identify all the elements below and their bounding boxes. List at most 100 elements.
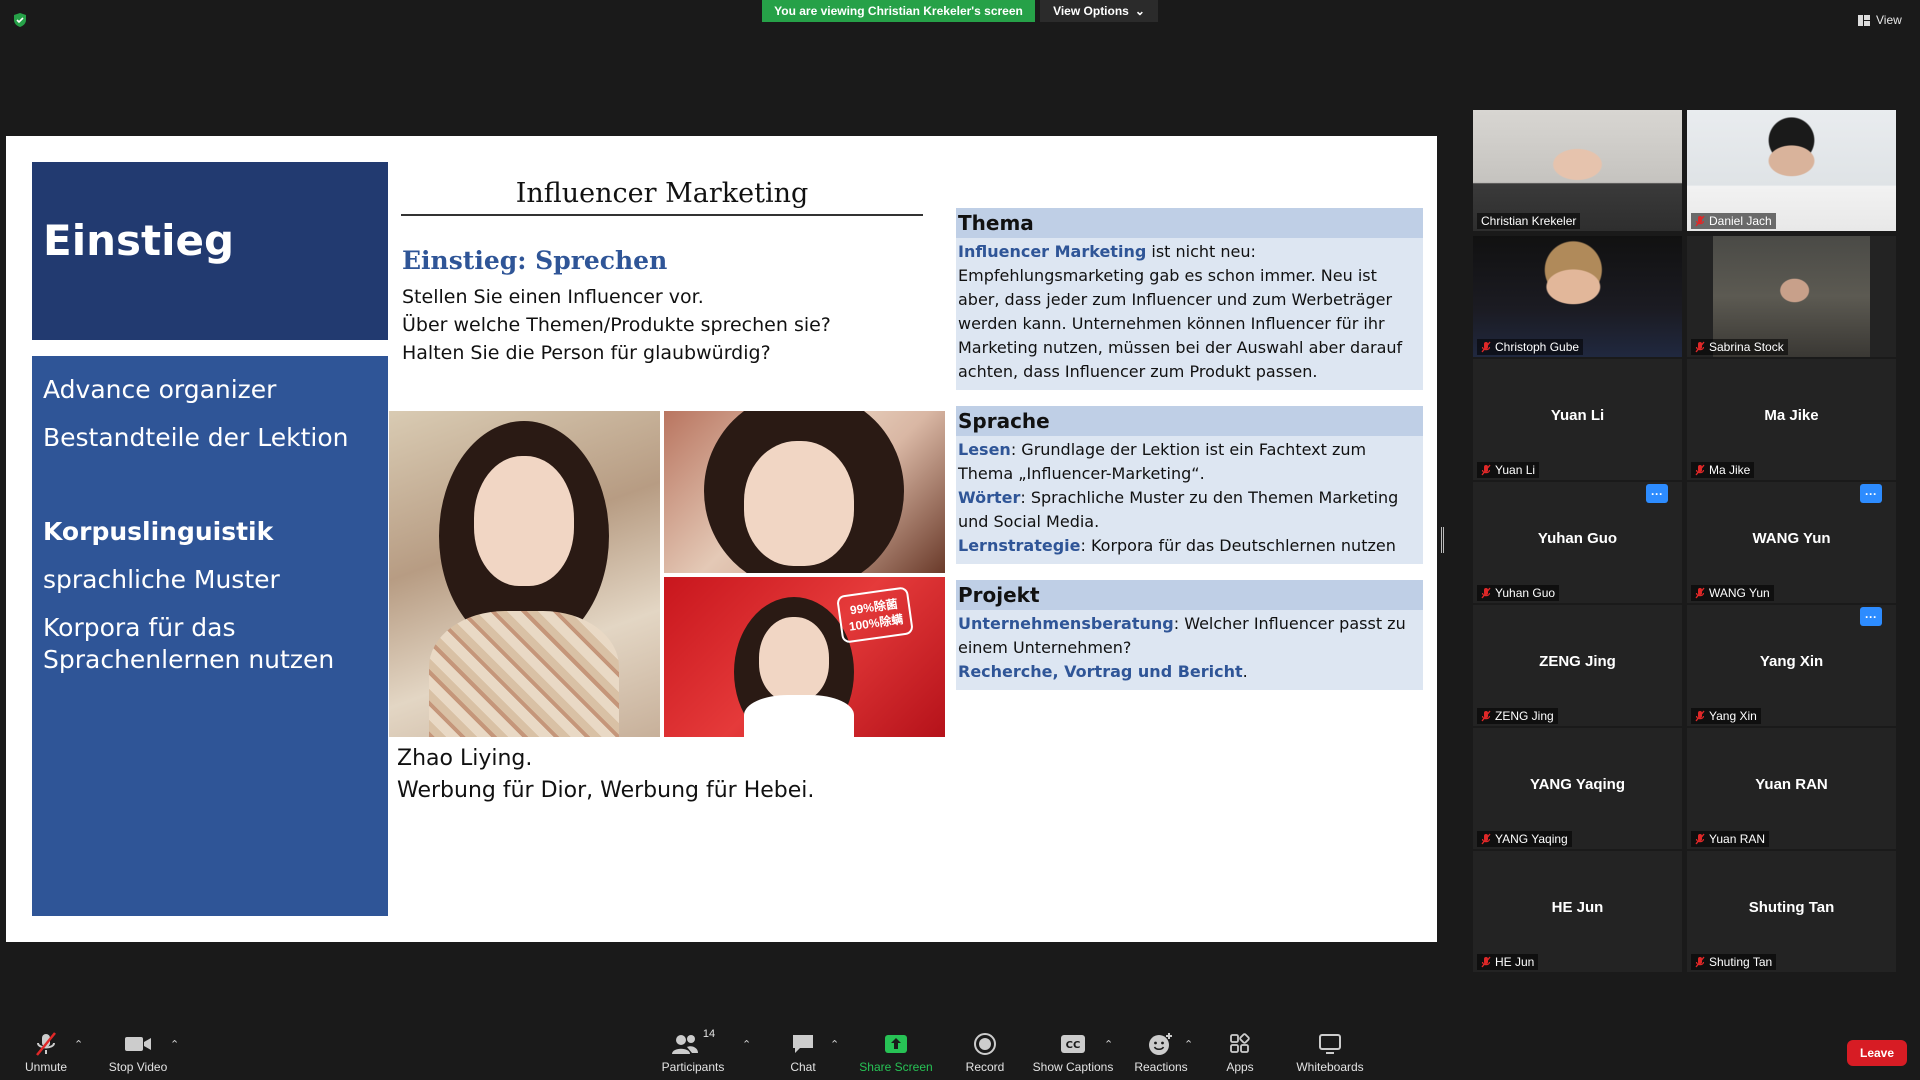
participant-name-label: Yuhan Guo	[1477, 585, 1560, 601]
microphone-muted-icon	[36, 1032, 56, 1056]
video-options-caret-icon[interactable]: ⌃	[170, 1038, 179, 1051]
security-shield-icon[interactable]	[12, 12, 28, 28]
participant-name-label: Yuan RAN	[1691, 831, 1770, 847]
audio-options-caret-icon[interactable]: ⌃	[74, 1038, 83, 1051]
slide-left-title-box: Einstieg	[32, 162, 388, 340]
participant-display-name: ZENG Jing	[1539, 653, 1616, 670]
more-options-button[interactable]: ···	[1860, 484, 1882, 503]
projekt-panel: Projekt Unternehmensberatung: Welcher In…	[956, 580, 1423, 690]
stop-video-button[interactable]: Stop Video	[106, 1020, 170, 1080]
participant-tile[interactable]: Shuting Tan Shuting Tan	[1687, 851, 1896, 972]
apps-grid-icon	[1230, 1033, 1250, 1053]
chat-button[interactable]: Chat	[776, 1020, 830, 1080]
thema-heading: Thema	[956, 208, 1423, 238]
thema-panel: Thema Influencer Marketing ist nicht neu…	[956, 208, 1423, 390]
participant-name: Christoph Gube	[1495, 340, 1580, 354]
participant-tile[interactable]: YANG Yaqing YANG Yaqing	[1473, 728, 1682, 849]
apps-button[interactable]: Apps	[1220, 1020, 1260, 1080]
participant-tile[interactable]: HE Jun HE Jun	[1473, 851, 1682, 972]
leave-button[interactable]: Leave	[1847, 1040, 1907, 1066]
participant-tile[interactable]: Yuan RAN Yuan RAN	[1687, 728, 1896, 849]
woerter-highlight: Wörter	[958, 488, 1021, 507]
lernstrategie-highlight: Lernstrategie	[958, 536, 1081, 555]
participant-tile[interactable]: Yuhan Guo ··· Yuhan Guo	[1473, 482, 1682, 603]
participants-count: 14	[702, 1028, 716, 1040]
participant-name: Christian Krekeler	[1481, 214, 1577, 228]
reactions-options-caret-icon[interactable]: ⌃	[1184, 1038, 1193, 1051]
participant-name: Sabrina Stock	[1709, 340, 1784, 354]
more-options-button[interactable]: ···	[1646, 484, 1668, 503]
view-layout-icon	[1858, 14, 1870, 26]
view-options-button[interactable]: View Options ⌄	[1040, 0, 1158, 22]
whiteboard-icon	[1319, 1034, 1341, 1054]
view-options-label: View Options	[1053, 4, 1129, 18]
microphone-muted-icon	[1695, 215, 1705, 227]
participant-name-label: Yang Xin	[1691, 708, 1761, 724]
participant-name: HE Jun	[1495, 955, 1535, 969]
more-options-button[interactable]: ···	[1860, 607, 1882, 626]
participant-name-label: Christoph Gube	[1477, 339, 1584, 355]
participant-tile[interactable]: Christian Krekeler	[1473, 110, 1682, 231]
whiteboards-button[interactable]: Whiteboards	[1290, 1020, 1370, 1080]
participant-display-name: Shuting Tan	[1748, 899, 1835, 916]
participant-tile[interactable]: Sabrina Stock	[1687, 236, 1896, 357]
slide-question: Über welche Themen/Produkte sprechen sie…	[402, 314, 831, 336]
recherche-highlight: Recherche, Vortrag und Bericht	[958, 662, 1243, 681]
participant-name-label: Daniel Jach	[1691, 213, 1776, 229]
participant-name-label: ZENG Jing	[1477, 708, 1558, 724]
panel-resize-handle[interactable]	[1441, 527, 1444, 553]
participant-tile[interactable]: ZENG Jing ZENG Jing	[1473, 605, 1682, 726]
participant-tile[interactable]: Ma Jike Ma Jike	[1687, 359, 1896, 480]
record-button[interactable]: Record	[960, 1020, 1010, 1080]
closed-captions-icon: CC	[1061, 1035, 1085, 1053]
share-screen-label: Share Screen	[859, 1060, 933, 1074]
unmute-button[interactable]: Unmute	[18, 1020, 74, 1080]
chat-options-caret-icon[interactable]: ⌃	[830, 1038, 839, 1051]
shared-screen-slide: Einstieg Advance organizer Bestandteile …	[6, 136, 1437, 942]
participant-tile[interactable]: Yang Xin ··· Yang Xin	[1687, 605, 1896, 726]
captions-options-caret-icon[interactable]: ⌃	[1104, 1038, 1113, 1051]
microphone-muted-icon	[1695, 833, 1705, 845]
participant-tile[interactable]: Yuan Li Yuan Li	[1473, 359, 1682, 480]
participant-display-name: Yuhan Guo	[1537, 530, 1618, 547]
share-screen-button[interactable]: Share Screen	[856, 1020, 936, 1080]
participant-name: Yuan Li	[1495, 463, 1536, 477]
chat-bubble-icon	[793, 1035, 813, 1053]
participant-name-label: HE Jun	[1477, 954, 1539, 970]
microphone-muted-icon	[1481, 956, 1491, 968]
participant-name-label: Yuan Li	[1477, 462, 1540, 478]
participant-name: YANG Yaqing	[1495, 832, 1568, 846]
slide-list-item: Sprachenlernen nutzen	[43, 645, 335, 674]
slide-list-item: Bestandteile der Lektion	[43, 423, 349, 452]
participants-options-caret-icon[interactable]: ⌃	[742, 1038, 751, 1051]
slide-title-underline	[401, 214, 923, 216]
slide-left-title: Einstieg	[43, 216, 235, 265]
top-bar: You are viewing Christian Krekeler's scr…	[0, 0, 1920, 27]
record-label: Record	[965, 1060, 1005, 1074]
show-captions-button[interactable]: CC Show Captions	[1032, 1020, 1114, 1080]
reactions-button[interactable]: Reactions	[1132, 1020, 1190, 1080]
participant-tile[interactable]: Daniel Jach	[1687, 110, 1896, 231]
participant-name-label: WANG Yun	[1691, 585, 1774, 601]
sprache-body: Lesen: Grundlage der Lektion ist ein Fac…	[956, 436, 1423, 564]
influencer-photo-ad: 99%除菌 100%除螨	[664, 577, 945, 737]
microphone-muted-icon	[1695, 710, 1705, 722]
participant-name: ZENG Jing	[1495, 709, 1554, 723]
participant-tile[interactable]: Christoph Gube	[1473, 236, 1682, 357]
slide-list-item: Korpora für das	[43, 613, 236, 642]
microphone-muted-icon	[1481, 587, 1491, 599]
photo-caption-name: Zhao Liying.	[397, 746, 533, 771]
participant-display-name: HE Jun	[1551, 899, 1604, 916]
microphone-muted-icon	[1481, 341, 1491, 353]
participant-tile[interactable]: WANG Yun ··· WANG Yun	[1687, 482, 1896, 603]
sprache-panel: Sprache Lesen: Grundlage der Lektion ist…	[956, 406, 1423, 564]
view-button[interactable]: View	[1858, 10, 1902, 30]
microphone-muted-icon	[1481, 464, 1491, 476]
participants-button[interactable]: 14 Participants	[656, 1020, 730, 1080]
svg-text:CC: CC	[1066, 1040, 1081, 1051]
show-captions-label: Show Captions	[1032, 1060, 1114, 1074]
participant-name: WANG Yun	[1709, 586, 1770, 600]
microphone-muted-icon	[1695, 587, 1705, 599]
participant-name-label: Ma Jike	[1691, 462, 1755, 478]
video-camera-icon	[125, 1037, 151, 1051]
